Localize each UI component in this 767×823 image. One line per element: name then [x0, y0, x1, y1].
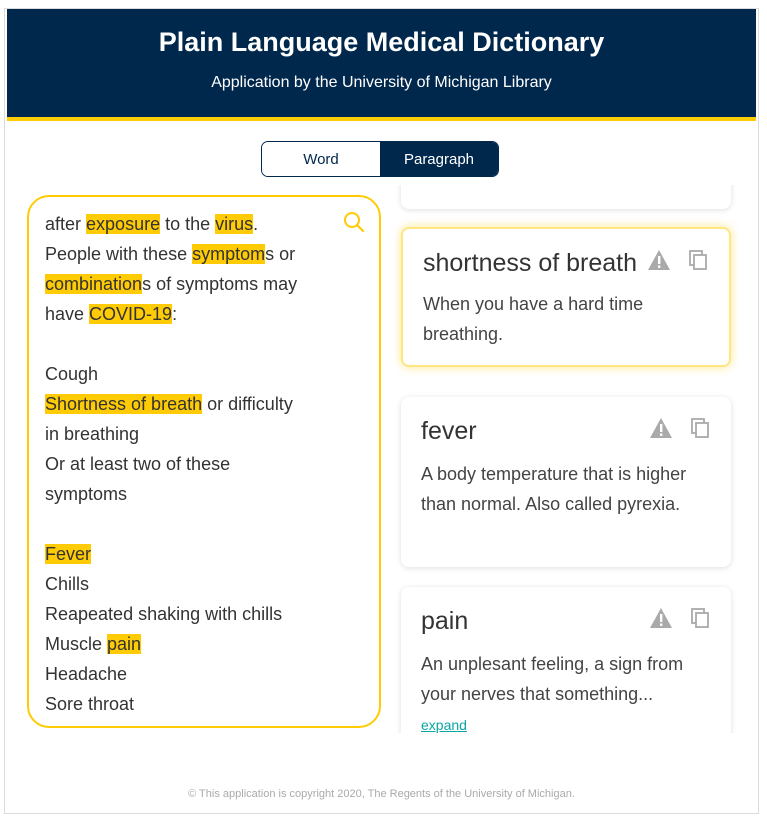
- text-segment: symptoms: [45, 484, 128, 504]
- previous-card: [401, 185, 731, 209]
- text-segment: People with these: [45, 244, 193, 264]
- page-title: Plain Language Medical Dictionary: [158, 27, 605, 57]
- definition-card[interactable]: shortness of breath When you have a hard…: [401, 227, 731, 367]
- text-segment: or difficulty: [202, 394, 293, 414]
- text-line: Shortness of breath or difficulty: [45, 389, 345, 419]
- search-icon[interactable]: [343, 211, 365, 238]
- text-segment: to the: [160, 214, 216, 234]
- highlighted-term[interactable]: Fever: [45, 544, 92, 564]
- card-actions: [649, 417, 711, 444]
- card-term: pain: [421, 607, 469, 635]
- text-segment: :: [172, 304, 178, 324]
- card-definition: A body temperature that is higher than n…: [421, 464, 687, 514]
- text-line: in breathing: [45, 419, 345, 449]
- text-segment: have: [45, 304, 90, 324]
- header: Plain Language Medical Dictionary Applic…: [7, 9, 756, 121]
- warning-icon[interactable]: [649, 607, 673, 634]
- text-input-panel[interactable]: after exposure to the virus. People with …: [27, 195, 381, 728]
- card-actions: [647, 249, 709, 276]
- text-line: [45, 509, 345, 539]
- highlighted-term[interactable]: combination: [45, 274, 143, 294]
- card-term: fever: [421, 417, 477, 445]
- card-term: shortness of breath: [423, 249, 638, 277]
- warning-icon[interactable]: [649, 417, 673, 444]
- text-segment: Reapeated shaking with chills: [45, 604, 283, 624]
- text-content[interactable]: after exposure to the virus. People with …: [45, 209, 345, 719]
- text-segment: Cough: [45, 364, 99, 384]
- highlighted-term[interactable]: exposure: [86, 214, 161, 234]
- highlighted-term[interactable]: symptom: [192, 244, 266, 264]
- text-line: Reapeated shaking with chills: [45, 599, 345, 629]
- card-definition: When you have a hard time breathing.: [423, 294, 644, 344]
- mode-toggle: Word Paragraph: [261, 141, 499, 177]
- text-line: [45, 329, 345, 359]
- text-segment: s of symptoms may: [142, 274, 298, 294]
- text-line: Sore throat: [45, 689, 345, 719]
- page-subtitle: Application by the University of Michiga…: [211, 74, 552, 91]
- card-actions: [649, 607, 711, 634]
- copy-icon[interactable]: [689, 417, 711, 444]
- text-line: Chills: [45, 569, 345, 599]
- definition-cards: shortness of breath When you have a hard…: [395, 185, 739, 733]
- definition-card[interactable]: pain An unplesant feeling, a sign from y…: [401, 587, 731, 733]
- highlighted-term[interactable]: pain: [107, 634, 142, 654]
- text-line: Or at least two of these: [45, 449, 345, 479]
- warning-icon[interactable]: [647, 249, 671, 276]
- text-segment: after: [45, 214, 87, 234]
- highlighted-term[interactable]: Shortness of breath: [45, 394, 203, 414]
- text-line: have COVID-19:: [45, 299, 345, 329]
- highlighted-term[interactable]: COVID-19: [89, 304, 173, 324]
- card-definition: An unplesant feeling, a sign from your n…: [421, 649, 691, 733]
- text-segment: Muscle: [45, 634, 108, 654]
- expand-link[interactable]: expand: [421, 717, 467, 733]
- text-line: Fever: [45, 539, 345, 569]
- text-line: Cough: [45, 359, 345, 389]
- text-line: Muscle pain: [45, 629, 345, 659]
- text-line: People with these symptoms or: [45, 239, 345, 269]
- text-segment: Headache: [45, 664, 128, 684]
- highlighted-term[interactable]: virus: [215, 214, 254, 234]
- app-frame: Plain Language Medical Dictionary Applic…: [4, 8, 759, 814]
- footer-copyright: © This application is copyright 2020, Th…: [188, 788, 575, 800]
- text-line: Headache: [45, 659, 345, 689]
- word-mode-button[interactable]: Word: [262, 142, 380, 176]
- definition-card[interactable]: fever A body temperature that is higher …: [401, 397, 731, 567]
- text-line: symptoms: [45, 479, 345, 509]
- text-segment: Chills: [45, 574, 90, 594]
- text-segment: .: [253, 214, 259, 234]
- paragraph-mode-button[interactable]: Paragraph: [380, 142, 498, 176]
- text-segment: Sore throat: [45, 694, 135, 714]
- text-line: after exposure to the virus.: [45, 209, 345, 239]
- text-segment: s or: [265, 244, 296, 264]
- card-definition-text: An unplesant feeling, a sign from your n…: [421, 654, 684, 704]
- text-segment: in breathing: [45, 424, 140, 444]
- copy-icon[interactable]: [689, 607, 711, 634]
- text-line: combinations of symptoms may: [45, 269, 345, 299]
- text-segment: Or at least two of these: [45, 454, 231, 474]
- copy-icon[interactable]: [687, 249, 709, 276]
